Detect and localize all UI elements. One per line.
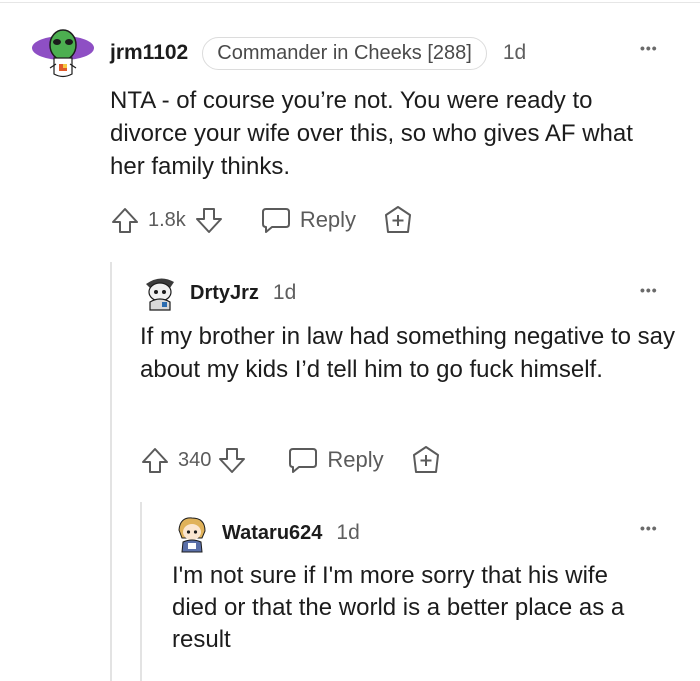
avatar[interactable] — [30, 24, 96, 86]
comment-body: I'm not sure if I'm more sorry that his … — [172, 562, 625, 653]
comment-actions: 340 Reply — [140, 440, 442, 480]
comment-age: 1d — [272, 281, 297, 304]
username[interactable]: Wataru624 — [222, 522, 322, 545]
avatar[interactable] — [140, 272, 180, 312]
reply-button[interactable]: Reply — [260, 205, 356, 235]
more-options-button[interactable]: ••• — [640, 520, 658, 536]
award-icon[interactable] — [410, 444, 442, 476]
avatar[interactable] — [172, 514, 212, 554]
top-divider — [0, 2, 700, 3]
comment-age: 1d — [502, 41, 527, 64]
reply-label: Reply — [327, 447, 384, 472]
username[interactable]: DrtyJrz — [190, 282, 259, 305]
user-flair: Commander in Cheeks [288] — [202, 36, 487, 70]
upvote-icon[interactable] — [140, 445, 170, 475]
comment-body: If my brother in law had something negat… — [140, 323, 675, 383]
more-options-button[interactable]: ••• — [640, 282, 658, 298]
avatar-icon — [178, 517, 206, 553]
vote-score: 1.8k — [148, 208, 186, 231]
comment-body: NTA - of course you’re not. You were rea… — [110, 87, 633, 180]
award-icon[interactable] — [382, 204, 414, 236]
reply-button[interactable]: Reply — [287, 445, 384, 475]
comment-header: jrm1102 Commander in Cheeks [288] 1d — [110, 36, 526, 70]
thread-line[interactable] — [140, 502, 142, 681]
avatar-icon — [32, 29, 94, 78]
more-options-button[interactable]: ••• — [640, 40, 658, 56]
reply-label: Reply — [299, 207, 357, 232]
vote-score: 340 — [178, 448, 212, 471]
avatar-icon — [146, 278, 174, 311]
comment-actions: 1.8k Reply — [110, 200, 414, 240]
reply-icon — [260, 205, 292, 235]
downvote-icon[interactable] — [194, 205, 224, 235]
comment-header: DrtyJrz 1d — [190, 278, 296, 308]
comment-header: Wataru624 1d — [222, 518, 360, 548]
thread-line[interactable] — [110, 262, 112, 681]
downvote-icon[interactable] — [217, 445, 247, 475]
username[interactable]: jrm1102 — [110, 41, 188, 65]
upvote-icon[interactable] — [110, 205, 140, 235]
comment-age: 1d — [336, 521, 360, 544]
reply-icon — [287, 445, 319, 475]
